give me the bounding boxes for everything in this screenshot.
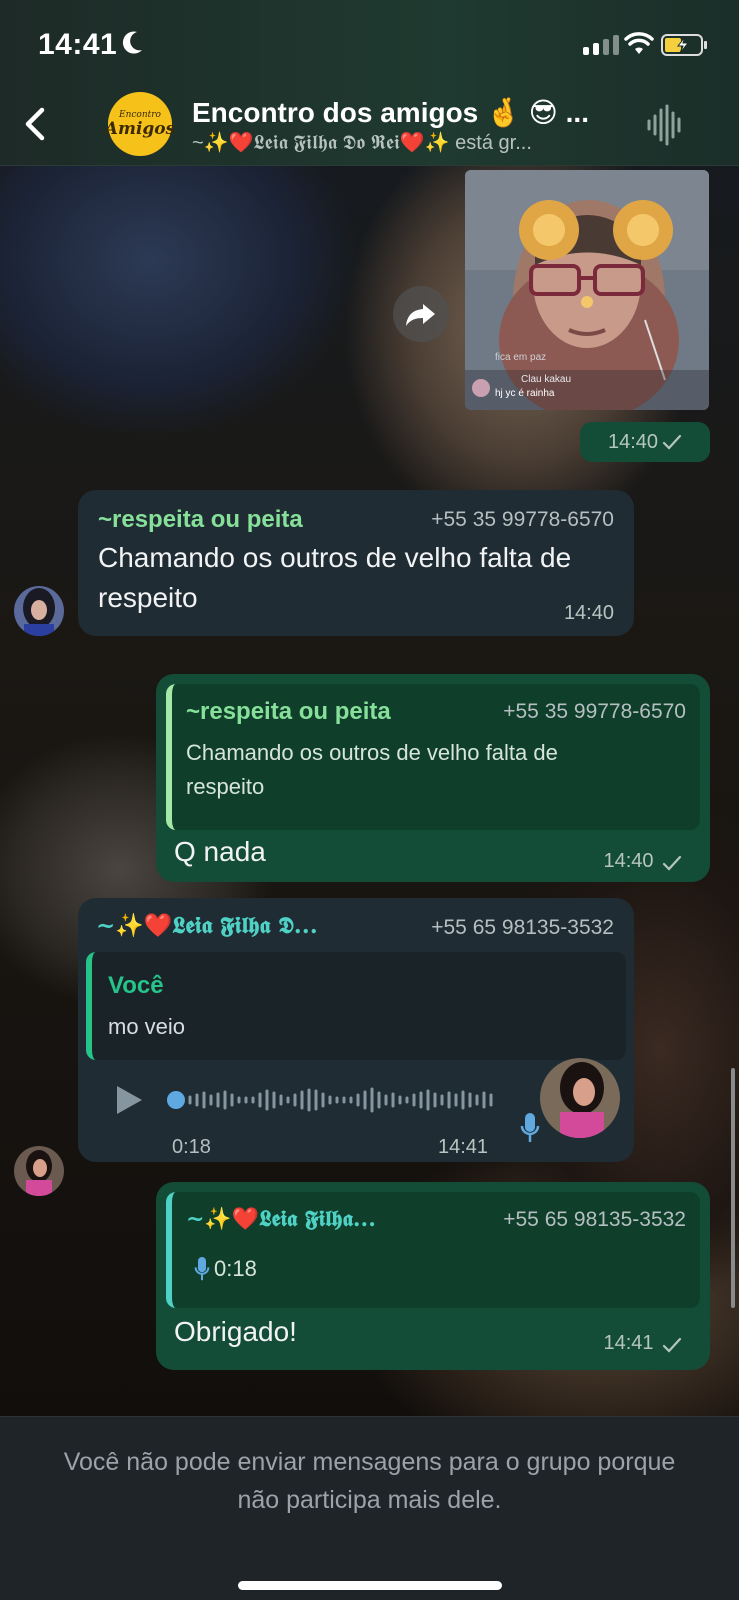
group-title[interactable]: Encontro dos amigos 🤞 😎 ... <box>192 96 612 129</box>
image-content <box>465 170 709 410</box>
image-overlay-text-2: Clau kakau <box>521 374 572 385</box>
message-sender[interactable]: ~respeita ou peita <box>98 506 303 534</box>
quoted-sender: ~✨❤️𝕷𝖊𝖎𝖆 𝕱𝖎𝖑𝖍𝖆... <box>186 1206 376 1232</box>
status-bar: 14:41 <box>0 0 739 84</box>
message-time: 14:41 <box>438 1136 489 1158</box>
message-text: Chamando os outros de velho falta de res… <box>98 542 572 613</box>
image-message[interactable]: fica em paz Clau kakau hj yc é rainha <box>465 170 709 410</box>
message-sender[interactable]: ~✨❤️𝕷𝖊𝖎𝖆 𝕱𝖎𝖑𝖍𝖆 𝕯... <box>96 912 318 939</box>
avatar[interactable] <box>14 1146 64 1196</box>
footer-notice-bar: Você não pode enviar mensagens para o gr… <box>0 1416 739 1600</box>
back-icon[interactable] <box>22 106 48 142</box>
forward-icon <box>406 304 435 326</box>
check-icon <box>662 434 682 450</box>
message-bubble-outgoing[interactable]: ~respeita ou peita +55 35 99778-6570 Cha… <box>156 674 710 882</box>
quoted-message[interactable]: Você mo veio <box>86 952 626 1060</box>
check-icon <box>662 1337 682 1353</box>
message-text: Q nada <box>174 836 266 867</box>
message-text: Obrigado! <box>174 1316 297 1347</box>
signal-icon <box>583 35 619 55</box>
quoted-message[interactable]: ~✨❤️𝕷𝖊𝖎𝖆 𝕱𝖎𝖑𝖍𝖆... +55 65 98135-3532 0:18 <box>166 1192 700 1308</box>
play-icon[interactable] <box>114 1084 144 1116</box>
group-avatar[interactable]: Encontro Amigos <box>105 92 175 156</box>
message-bubble-incoming[interactable]: ~✨❤️𝕷𝖊𝖎𝖆 𝕱𝖎𝖑𝖍𝖆 𝕯... +55 65 98135-3532 Vo… <box>78 898 634 1162</box>
quoted-sender-phone: +55 35 99778-6570 <box>503 700 686 723</box>
avatar[interactable] <box>14 586 64 636</box>
message-bubble-outgoing[interactable]: ~✨❤️𝕷𝖊𝖎𝖆 𝕱𝖎𝖑𝖍𝖆... +55 65 98135-3532 0:18… <box>156 1182 710 1370</box>
audio-sender-avatar <box>540 1058 620 1138</box>
battery-icon <box>661 34 707 56</box>
message-status: 14:41 <box>603 1332 682 1355</box>
quoted-text: Chamando os outros de velho falta de res… <box>186 740 558 799</box>
mic-icon <box>194 1257 210 1281</box>
image-timestamp: 14:40 <box>580 422 710 462</box>
quoted-text: mo veio <box>108 1014 186 1039</box>
message-bubble-incoming[interactable]: ~respeita ou peita +55 35 99778-6570 Cha… <box>78 490 634 636</box>
not-participant-notice: Você não pode enviar mensagens para o gr… <box>63 1448 676 1514</box>
wifi-icon <box>624 32 654 54</box>
audio-duration: 0:18 <box>172 1136 211 1158</box>
image-overlay-text-3: hj yc é rainha <box>495 388 555 399</box>
moon-icon <box>122 31 142 54</box>
message-status: 14:40 <box>603 850 682 873</box>
message-sender-phone: +55 65 98135-3532 <box>431 916 614 939</box>
quoted-sender: ~respeita ou peita <box>186 698 391 725</box>
message-time: 14:41 <box>603 1332 654 1354</box>
status-time: 14:41 <box>38 28 118 61</box>
audio-waveform[interactable] <box>166 1080 506 1120</box>
quoted-sender-phone: +55 65 98135-3532 <box>503 1208 686 1231</box>
quoted-message[interactable]: ~respeita ou peita +55 35 99778-6570 Cha… <box>166 684 700 830</box>
chat-area[interactable]: fica em paz Clau kakau hj yc é rainha 14… <box>0 166 739 1416</box>
image-overlay-text-1: fica em paz <box>495 352 547 363</box>
scrollbar[interactable] <box>731 1068 735 1308</box>
mic-icon <box>520 1113 540 1142</box>
home-indicator[interactable] <box>238 1581 502 1590</box>
check-icon <box>662 855 682 871</box>
chat-header: Encontro Amigos Encontro dos amigos 🤞 😎 … <box>0 84 739 166</box>
message-time: 14:40 <box>603 850 654 872</box>
forward-button[interactable] <box>393 286 449 342</box>
quoted-sender: Você <box>108 972 164 999</box>
group-subtitle: ~✨❤️𝕷𝖊𝖎𝖆 𝕱𝖎𝖑𝖍𝖆 𝕯𝖔 𝕽𝖊𝖎❤️✨ está gr... <box>192 132 532 154</box>
message-sender-phone: +55 35 99778-6570 <box>431 508 614 531</box>
message-time: 14:40 <box>563 602 614 624</box>
audio-wave-icon[interactable] <box>645 104 685 146</box>
quoted-audio-duration: 0:18 <box>214 1256 257 1281</box>
